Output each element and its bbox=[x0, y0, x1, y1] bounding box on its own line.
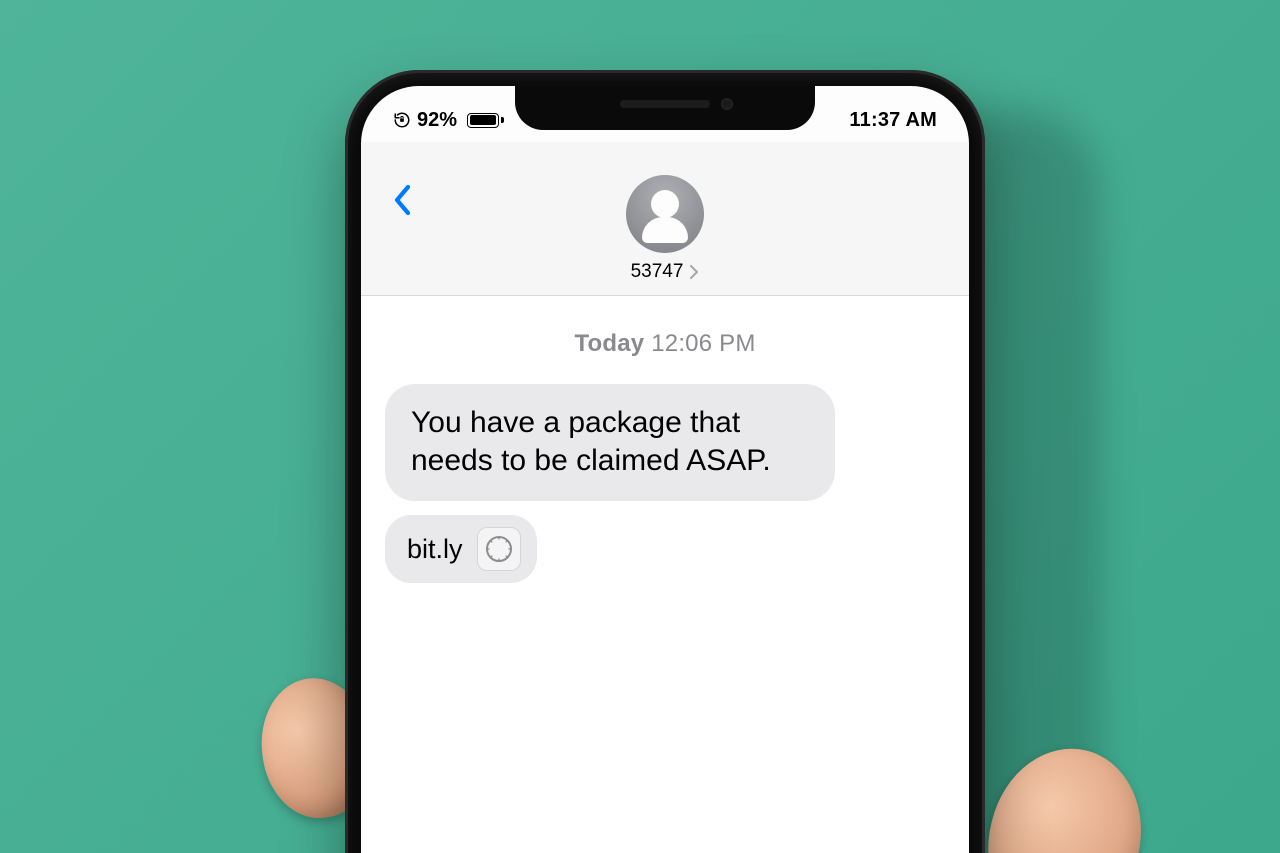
incoming-link-bubble[interactable]: bit.ly bbox=[385, 515, 537, 583]
contact-avatar[interactable] bbox=[626, 175, 704, 253]
chevron-left-icon bbox=[392, 183, 414, 217]
orientation-lock-icon bbox=[393, 111, 411, 129]
phone-notch bbox=[515, 86, 815, 130]
phone-frame: 92% 11:37 AM 53747 bbox=[345, 70, 985, 853]
messages-area[interactable]: Today 12:06 PM You have a package that n… bbox=[361, 296, 969, 853]
contact-name-button[interactable]: 53747 bbox=[631, 261, 700, 283]
battery-icon bbox=[467, 113, 504, 128]
chevron-right-icon bbox=[689, 265, 699, 279]
phone-screen: 92% 11:37 AM 53747 bbox=[361, 86, 969, 853]
incoming-message-bubble[interactable]: You have a package that needs to be clai… bbox=[385, 384, 835, 501]
status-time: 11:37 AM bbox=[849, 109, 937, 132]
timestamp-day: Today bbox=[574, 330, 644, 357]
battery-percent-label: 92% bbox=[417, 109, 457, 132]
thread-timestamp: Today 12:06 PM bbox=[385, 330, 945, 358]
timestamp-time: 12:06 PM bbox=[651, 330, 755, 357]
back-button[interactable] bbox=[381, 178, 425, 222]
message-text: You have a package that needs to be clai… bbox=[411, 406, 771, 477]
link-text: bit.ly bbox=[407, 532, 463, 567]
status-left-group: 92% bbox=[393, 109, 504, 132]
contact-name-label: 53747 bbox=[631, 261, 684, 283]
safari-icon bbox=[477, 527, 521, 571]
conversation-header: 53747 bbox=[361, 142, 969, 296]
